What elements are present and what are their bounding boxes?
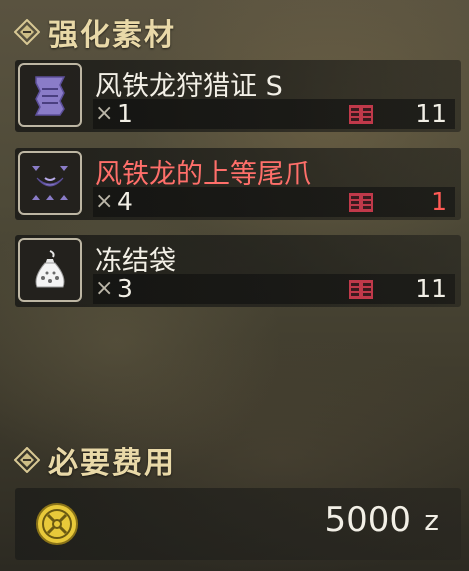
material-row[interactable]: 风铁龙狩猎证 S × 1 11 — [15, 60, 461, 132]
material-icon-frame — [18, 151, 82, 215]
material-icon-frame — [18, 238, 82, 302]
freeze-sac-icon — [35, 250, 65, 288]
material-name: 风铁龙的上等尾爪 — [95, 159, 311, 190]
cost-header: 必要费用 — [14, 438, 176, 482]
material-quantity-row: × 1 11 — [93, 99, 455, 129]
cost-unit: z — [424, 504, 439, 537]
diamond-emblem-icon — [14, 447, 40, 473]
stock-count: 11 — [415, 99, 447, 128]
quantity-multiplier: × — [95, 101, 114, 126]
materials-header: 强化素材 — [14, 10, 176, 54]
diamond-emblem-icon — [14, 19, 40, 45]
item-box-icon — [349, 193, 373, 212]
material-row[interactable]: 风铁龙的上等尾爪 × 4 1 — [15, 148, 461, 220]
required-quantity: 1 — [117, 99, 133, 128]
material-name: 冻结袋 — [95, 246, 176, 277]
material-name: 风铁龙狩猎证 S — [95, 71, 283, 102]
stock-count: 11 — [415, 274, 447, 303]
cost-amount: 5000 — [324, 500, 411, 540]
material-quantity-row: × 3 11 — [93, 274, 455, 304]
quantity-multiplier: × — [95, 276, 114, 301]
item-box-icon — [349, 280, 373, 299]
stock-count: 1 — [431, 187, 447, 216]
tail-claw-icon — [32, 166, 68, 200]
material-icon-frame — [18, 63, 82, 127]
cost-title: 必要费用 — [48, 446, 176, 481]
item-box-icon — [349, 105, 373, 124]
hunting-certificate-icon — [34, 76, 66, 116]
quantity-multiplier: × — [95, 189, 114, 214]
cost-bar: 5000 z — [15, 488, 461, 560]
zenny-coin-icon — [36, 503, 78, 545]
required-quantity: 3 — [117, 274, 133, 303]
materials-title: 强化素材 — [48, 18, 176, 53]
material-quantity-row: × 4 1 — [93, 187, 455, 217]
required-quantity: 4 — [117, 187, 133, 216]
material-row[interactable]: 冻结袋 × 3 11 — [15, 235, 461, 307]
